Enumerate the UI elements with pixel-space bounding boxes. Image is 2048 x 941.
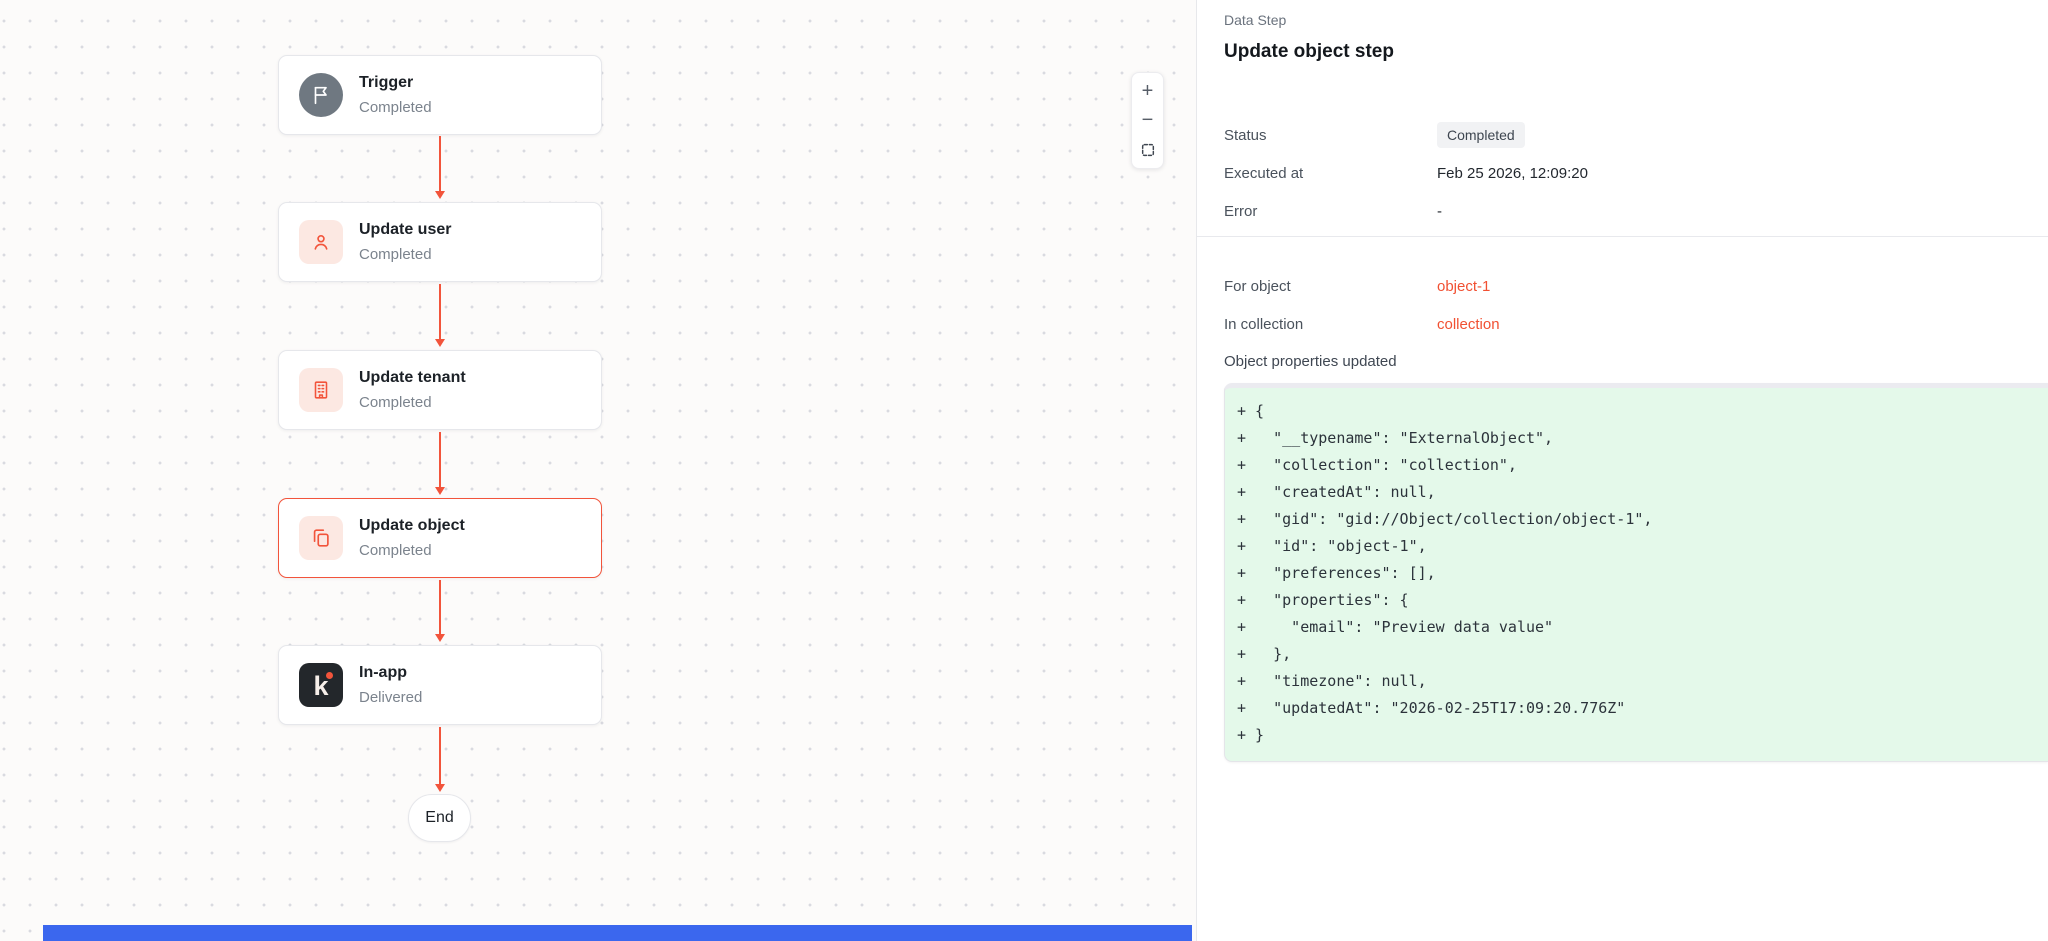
node-title: Update user: [359, 220, 451, 240]
fit-view-button[interactable]: [1132, 135, 1163, 164]
canvas-horizontal-scrollbar[interactable]: [43, 925, 1192, 941]
status-badge: Completed: [1437, 122, 1525, 148]
executed-at-value: Feb 25 2026, 12:09:20: [1437, 165, 2048, 182]
in-collection-row: In collection collection: [1224, 311, 2048, 337]
node-title: Update tenant: [359, 368, 466, 388]
node-in-app[interactable]: k In-app Delivered: [278, 645, 602, 725]
diff-heading: Object properties updated: [1224, 349, 2048, 375]
for-object-row: For object object-1: [1224, 273, 2048, 299]
executed-at-row: Executed at Feb 25 2026, 12:09:20: [1224, 160, 2048, 186]
knock-logo-dot: [326, 672, 333, 679]
node-update-object[interactable]: Update object Completed: [278, 498, 602, 578]
node-status: Completed: [359, 246, 451, 264]
workflow-debugger: Trigger Completed Update user Completed …: [0, 0, 2048, 941]
user-icon: [299, 220, 343, 264]
zoom-out-button[interactable]: −: [1132, 106, 1163, 135]
flag-icon: [299, 73, 343, 117]
workflow-canvas[interactable]: Trigger Completed Update user Completed …: [0, 0, 1197, 941]
node-status: Completed: [359, 99, 432, 117]
flow-arrow: [439, 284, 441, 340]
flow-arrow: [439, 727, 441, 785]
knock-logo: k: [299, 663, 343, 707]
node-end[interactable]: End: [408, 794, 471, 842]
zoom-in-button[interactable]: +: [1132, 77, 1163, 106]
flow-arrow: [439, 432, 441, 488]
node-update-user[interactable]: Update user Completed: [278, 202, 602, 282]
error-value: -: [1437, 203, 2048, 220]
node-title: Update object: [359, 516, 465, 536]
canvas-zoom-controls: + −: [1131, 72, 1164, 169]
node-title: In-app: [359, 663, 422, 683]
status-row: Status Completed: [1224, 122, 2048, 148]
step-meta-rows: Status Completed Executed at Feb 25 2026…: [1197, 122, 2048, 224]
flow-arrow: [439, 136, 441, 192]
object-diff-block: + { + "__typename": "ExternalObject", + …: [1224, 383, 2048, 762]
panel-eyebrow: Data Step: [1197, 10, 2048, 30]
fit-view-icon: [1140, 142, 1156, 158]
step-detail-panel: Data Step Update object step Status Comp…: [1197, 0, 2048, 941]
node-status: Completed: [359, 394, 466, 412]
diff-code: + { + "__typename": "ExternalObject", + …: [1237, 398, 2030, 749]
in-collection-label: In collection: [1224, 316, 1437, 333]
for-object-value[interactable]: object-1: [1437, 278, 2048, 295]
building-icon: [299, 368, 343, 412]
node-title: Trigger: [359, 73, 432, 93]
flow-arrow: [439, 580, 441, 635]
error-label: Error: [1224, 203, 1437, 220]
in-collection-value[interactable]: collection: [1437, 316, 2048, 333]
node-update-tenant[interactable]: Update tenant Completed: [278, 350, 602, 430]
page-title: Update object step: [1197, 38, 2048, 66]
status-label: Status: [1224, 127, 1437, 144]
copy-icon: [299, 516, 343, 560]
node-status: Delivered: [359, 689, 422, 707]
error-row: Error -: [1224, 198, 2048, 224]
for-object-label: For object: [1224, 278, 1437, 295]
node-trigger[interactable]: Trigger Completed: [278, 55, 602, 135]
object-rows: For object object-1 In collection collec…: [1197, 273, 2048, 375]
executed-at-label: Executed at: [1224, 165, 1437, 182]
node-status: Completed: [359, 542, 465, 560]
panel-divider: [1197, 236, 2048, 237]
